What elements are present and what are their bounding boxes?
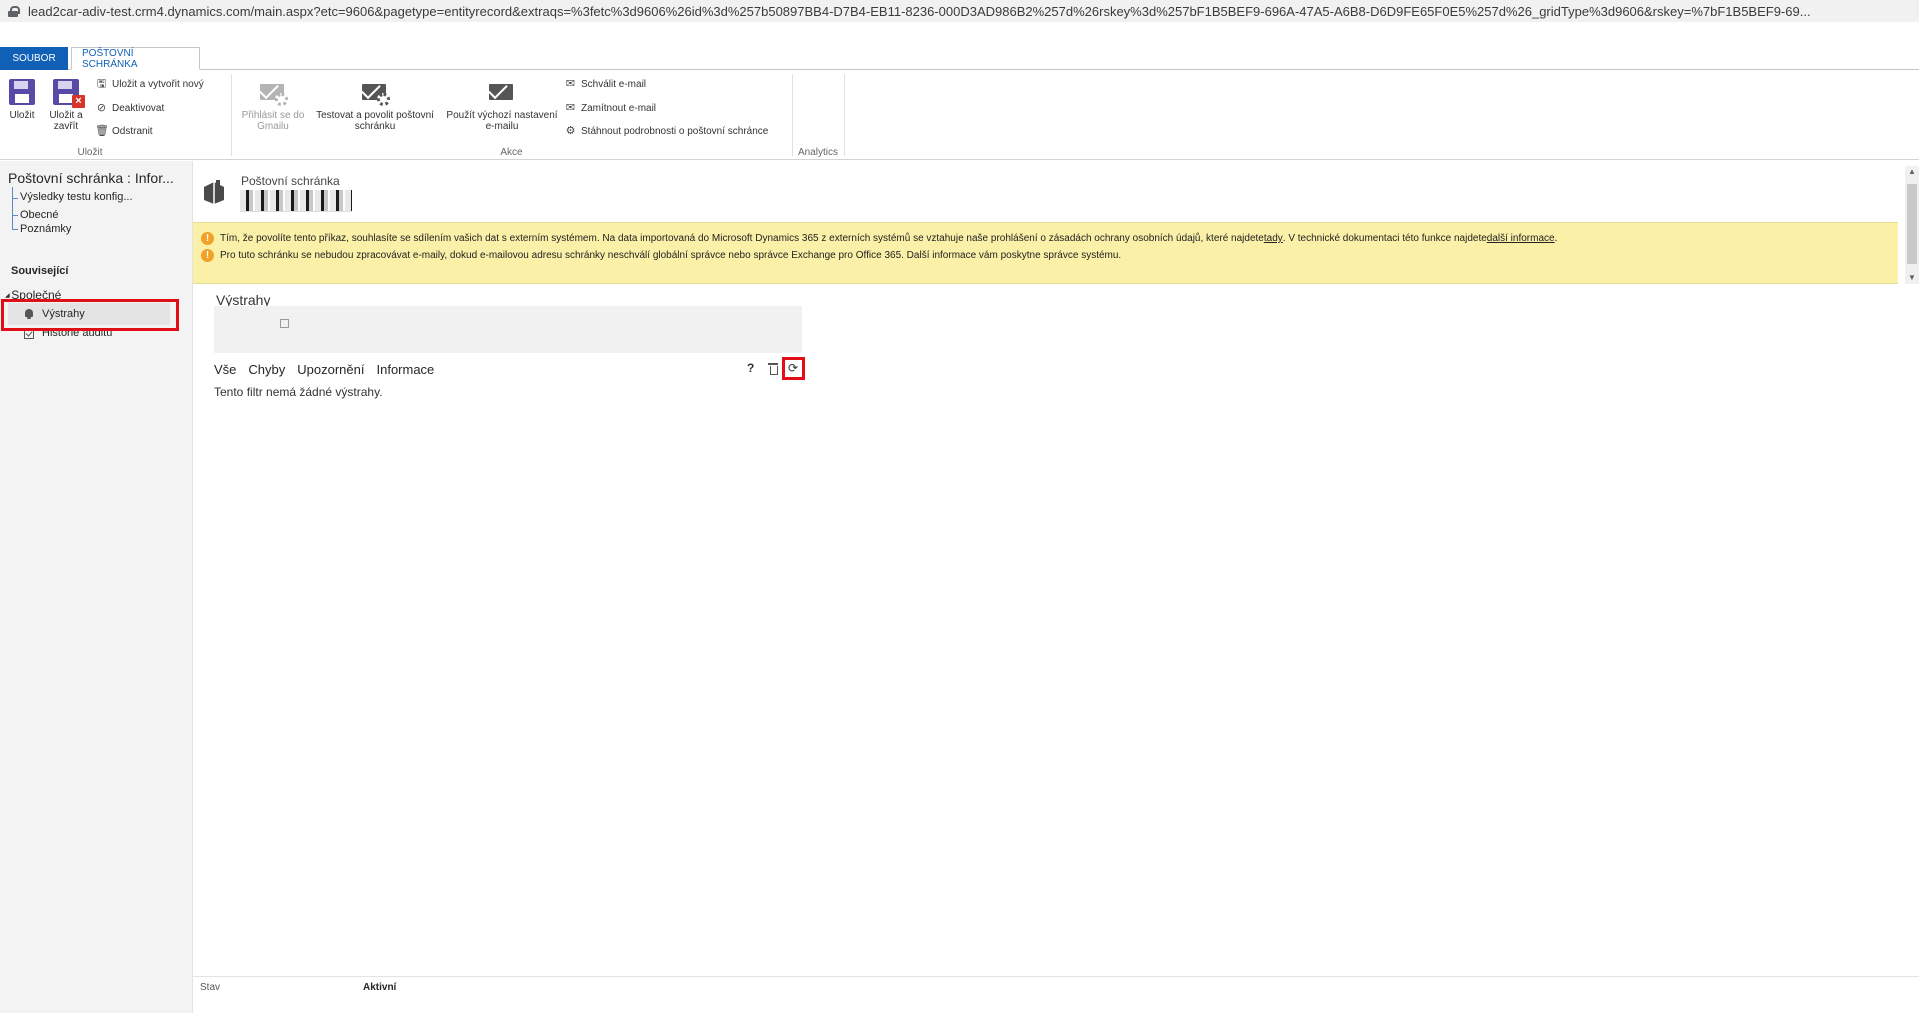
reject-email-icon: ✉	[565, 102, 576, 114]
filter-all[interactable]: Vše	[214, 362, 236, 377]
ribbon-separator	[231, 74, 232, 156]
gmail-signin-button[interactable]: Přihlásit se do Gmailu	[238, 78, 308, 132]
apply-default-email-button[interactable]: Použít výchozí nastavení e-mailu	[440, 78, 564, 132]
status-value[interactable]: Aktivní	[363, 982, 396, 993]
left-nav: Poštovní schránka : Infor... Výsledky te…	[0, 161, 193, 1013]
status-label: Stav	[200, 982, 221, 993]
record-name-redacted[interactable]	[240, 190, 352, 212]
empty-alerts-message: Tento filtr nemá žádné výstrahy.	[214, 385, 383, 399]
tree-tick	[12, 215, 18, 216]
lock-icon	[8, 5, 20, 17]
notification-consent: ! Tím, že povolíte tento příkaz, souhlas…	[201, 232, 1557, 245]
ribbon-separator	[844, 74, 845, 156]
group-label-actions: Akce	[500, 147, 523, 158]
ribbon-group-actions: Přihlásit se do Gmailu Testovat a povoli…	[234, 72, 789, 158]
download-details-icon: ⚙	[565, 125, 576, 137]
filter-errors[interactable]: Chyby	[248, 362, 285, 377]
save-close-icon: ×	[51, 78, 85, 108]
alerts-summary-box	[214, 306, 802, 353]
group-label-analytics: Analytics	[797, 147, 838, 158]
placeholder-image-icon	[280, 319, 289, 328]
ribbon-group-analytics: Analytics	[793, 72, 843, 158]
status-footer: Stav Aktivní	[193, 976, 1919, 1013]
test-enable-mailbox-button[interactable]: Testovat a povolit poštovní schránku	[310, 78, 440, 132]
warning-icon: !	[201, 249, 214, 262]
nav-item-notes[interactable]: Poznámky	[20, 223, 71, 235]
save-new-icon: 🖫	[96, 78, 107, 90]
record-entity-label: Poštovní schránka	[241, 174, 340, 188]
save-icon	[7, 78, 37, 106]
related-heading: Související	[11, 265, 69, 277]
notification-approval: ! Pro tuto schránku se nebudou zpracováv…	[201, 249, 1121, 262]
save-new-button[interactable]: 🖫 Uložit a vytvořit nový	[95, 78, 204, 91]
nav-item-general[interactable]: Obecné	[20, 209, 59, 221]
deactivate-button[interactable]: ⊘ Deaktivovat	[95, 102, 164, 115]
highlight-box	[1, 299, 179, 331]
record-nav-title[interactable]: Poštovní schránka : Infor...	[8, 170, 188, 186]
download-mailbox-details-button[interactable]: ⚙ Stáhnout podrobnosti o poštovní schrán…	[564, 125, 769, 138]
scrollbar[interactable]: ▲ ▼	[1905, 166, 1919, 284]
ribbon-tabs: SOUBOR POŠTOVNÍ SCHRÁNKA	[0, 47, 1919, 70]
nav-item-test-results[interactable]: Výsledky testu konfig...	[20, 191, 133, 203]
highlight-box	[782, 357, 805, 380]
privacy-link[interactable]: tady	[1264, 233, 1283, 244]
filter-warnings[interactable]: Upozornění	[297, 362, 364, 377]
address-bar[interactable]: lead2car-adiv-test.crm4.dynamics.com/mai…	[0, 0, 1919, 22]
main-content: Poštovní schránka ! Tím, že povolíte ten…	[193, 166, 1919, 1013]
default-email-icon	[487, 78, 517, 106]
scroll-down-icon[interactable]: ▼	[1905, 272, 1919, 284]
alert-filters: Vše Chyby Upozornění Informace	[214, 362, 434, 377]
reject-email-button[interactable]: ✉ Zamítnout e-mail	[564, 102, 656, 115]
delete-icon: 🗑	[95, 125, 109, 137]
scroll-up-icon[interactable]: ▲	[1905, 166, 1919, 178]
delete-button[interactable]: 🗑 Odstranit	[95, 125, 153, 138]
more-info-link[interactable]: další informace	[1487, 233, 1555, 244]
approve-email-button[interactable]: ✉ Schválit e-mail	[564, 78, 646, 91]
tree-line	[12, 187, 13, 229]
save-close-button[interactable]: × Uložit a zavřít	[46, 78, 86, 132]
filter-information[interactable]: Informace	[376, 362, 434, 377]
gmail-icon	[258, 78, 288, 106]
delete-alerts-icon[interactable]	[768, 363, 778, 375]
ribbon-group-save: Uložit × Uložit a zavřít 🖫 Uložit a vytv…	[0, 72, 204, 158]
save-button[interactable]: Uložit	[6, 78, 38, 121]
warning-icon: !	[201, 232, 214, 245]
test-mailbox-icon	[360, 78, 390, 106]
record-header: Poštovní schránka	[193, 166, 1893, 222]
tree-tick	[12, 198, 18, 199]
tree-tick	[12, 229, 18, 230]
notification-bar: ! Tím, že povolíte tento příkaz, souhlas…	[193, 222, 1898, 284]
deactivate-icon: ⊘	[96, 102, 107, 114]
url-text: lead2car-adiv-test.crm4.dynamics.com/mai…	[28, 3, 1811, 19]
tab-mailbox[interactable]: POŠTOVNÍ SCHRÁNKA	[71, 47, 200, 70]
tab-file[interactable]: SOUBOR	[0, 47, 68, 70]
group-label-save: Uložit	[77, 147, 103, 158]
mailbox-icon	[204, 180, 224, 204]
approve-email-icon: ✉	[565, 78, 576, 90]
ribbon: Uložit × Uložit a zavřít 🖫 Uložit a vytv…	[0, 70, 1919, 160]
scroll-thumb[interactable]	[1907, 184, 1917, 264]
help-icon[interactable]: ?	[747, 361, 754, 375]
